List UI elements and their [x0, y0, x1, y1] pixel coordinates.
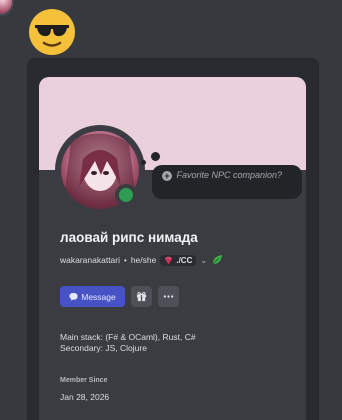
plus-icon: +: [162, 171, 172, 181]
gift-icon: [136, 291, 147, 302]
member-since-date: Jan 28, 2026: [60, 392, 110, 402]
chevron-down-icon[interactable]: ⌄: [200, 256, 207, 265]
clan-tag[interactable]: ./CC: [160, 254, 197, 266]
username[interactable]: wakaranakattari: [60, 255, 120, 265]
member-since-label: Member Since: [60, 377, 108, 384]
status-bubble-dot: [151, 152, 160, 161]
screen: + Favorite NPC companion? лаовай рипс ни…: [0, 0, 342, 420]
more-icon: [163, 295, 174, 298]
message-button[interactable]: Message: [60, 286, 125, 307]
separator: •: [124, 255, 127, 265]
chat-bubble-icon: [69, 292, 78, 301]
sunglasses-emoji-icon: [29, 9, 75, 55]
message-button-label: Message: [81, 291, 116, 302]
more-options-button[interactable]: [158, 286, 179, 307]
clan-tag-label: ./CC: [176, 255, 193, 265]
bio-line: Secondary: JS, Clojure: [60, 343, 147, 353]
profile-meta-row: wakaranakattari • he/she ./CC ⌄: [60, 253, 223, 267]
profile-actions: Message: [60, 286, 179, 307]
bio-line: Main stack: (F# & OCaml), Rust, C#: [60, 332, 196, 342]
gem-icon: [165, 256, 173, 264]
profile-card: + Favorite NPC companion? лаовай рипс ни…: [39, 77, 306, 420]
avatar[interactable]: [0, 0, 14, 16]
profile-bio: Main stack: (F# & OCaml), Rust, C# Secon…: [60, 332, 196, 354]
status-prompt: Favorite NPC companion?: [176, 170, 283, 180]
pronouns: he/she: [130, 255, 157, 265]
online-status-indicator: [115, 184, 137, 206]
display-name: лаовай рипс нимада: [60, 230, 198, 245]
leaf-icon[interactable]: [211, 254, 223, 266]
gift-button[interactable]: [131, 286, 152, 307]
status-bubble-dot: [141, 160, 146, 165]
custom-status-bubble[interactable]: + Favorite NPC companion?: [152, 165, 302, 199]
